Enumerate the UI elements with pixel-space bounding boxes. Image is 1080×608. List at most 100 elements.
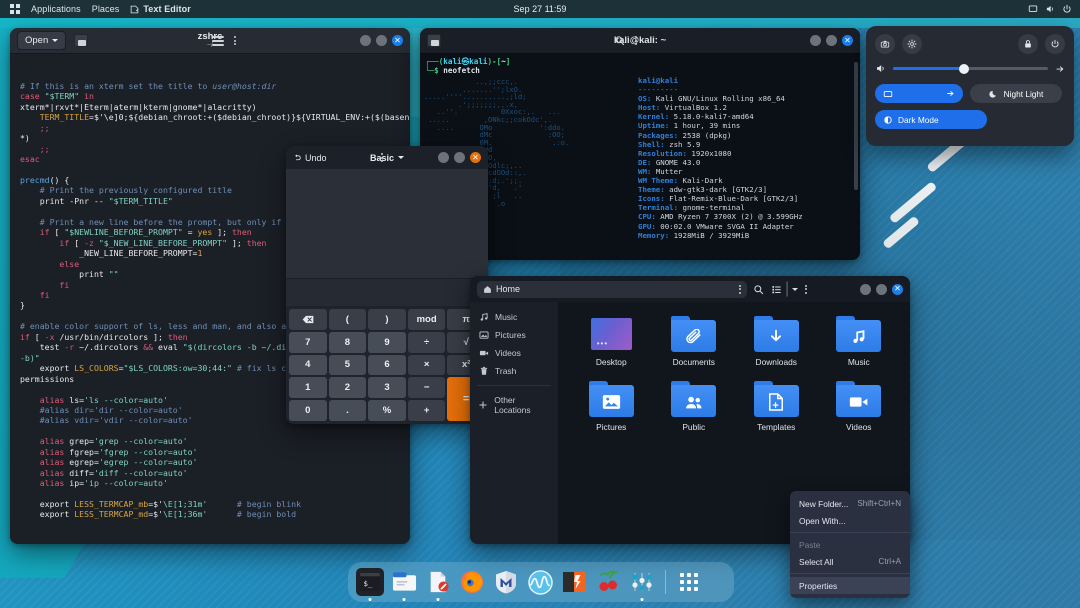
close-icon[interactable]: ✕	[842, 35, 853, 46]
multiply-key[interactable]: ×	[407, 354, 446, 376]
file-item[interactable]: Documents	[653, 316, 736, 367]
dock-text-editor[interactable]	[424, 568, 452, 601]
digit-6-key[interactable]: 6	[368, 354, 406, 376]
close-paren-key[interactable]: )	[368, 309, 406, 330]
dock-firefox[interactable]	[458, 568, 486, 596]
volume-slider[interactable]	[893, 63, 1048, 74]
dock-burpsuite[interactable]	[560, 568, 588, 596]
window-controls[interactable]: ✕	[360, 35, 403, 46]
calculator-keypad[interactable]: () mod π 7 8 9 ÷ √ 4 5 6 × x² 1 2 3− = 0.% +	[286, 306, 488, 424]
plus-key[interactable]: +	[407, 400, 446, 421]
hamburger-icon[interactable]	[212, 35, 225, 46]
window-controls[interactable]: ✕	[810, 35, 853, 46]
open-button[interactable]: Open	[17, 31, 67, 50]
camera-icon[interactable]	[875, 34, 895, 54]
digit-2-key[interactable]: 2	[328, 377, 367, 399]
window-controls[interactable]: ✕	[860, 283, 903, 295]
sidebar-item-other-locations[interactable]: Other Locations	[470, 391, 558, 418]
sidebar-item-videos[interactable]: Videos	[470, 344, 558, 362]
percent-key[interactable]: %	[368, 400, 406, 421]
dock-files[interactable]	[390, 568, 418, 601]
file-manager-sidebar[interactable]: Music Pictures Videos Trash Other Locations	[470, 302, 558, 544]
search-icon[interactable]	[753, 284, 764, 295]
menu-item-select-all[interactable]: Select All Ctrl+A	[790, 553, 910, 570]
save-icon[interactable]	[74, 34, 89, 47]
file-item[interactable]: Templates	[735, 381, 818, 432]
calculator-display[interactable]	[286, 169, 488, 279]
minimize-button[interactable]	[360, 35, 371, 46]
dock-wireshark[interactable]	[526, 568, 554, 596]
menu-applications[interactable]: Applications	[31, 4, 81, 14]
dock-cherrytree[interactable]	[594, 568, 622, 596]
digit-5-key[interactable]: 5	[328, 354, 367, 376]
volume-slider-row[interactable]	[875, 63, 1065, 74]
quick-tile-display[interactable]	[875, 84, 963, 103]
text-editor-titlebar[interactable]: Open zshrc ~/ ✕	[10, 28, 410, 54]
active-app-indicator[interactable]: Text Editor	[130, 4, 191, 14]
digit-0-key[interactable]: 0	[289, 400, 327, 421]
file-item[interactable]: Music	[818, 316, 901, 367]
volume-icon[interactable]	[1045, 4, 1055, 14]
terminal-titlebar[interactable]: kali@kali: ~ ✕	[420, 28, 860, 54]
file-manager-titlebar[interactable]: Home | ✕	[470, 276, 910, 302]
undo-button[interactable]: Undo	[293, 153, 327, 163]
kebab-menu-icon[interactable]	[381, 153, 384, 162]
kebab-menu-icon[interactable]	[234, 36, 237, 45]
lock-icon[interactable]	[1018, 34, 1038, 54]
path-bar[interactable]: Home	[477, 280, 747, 298]
power-icon[interactable]	[1062, 4, 1072, 14]
minimize-button[interactable]	[810, 35, 821, 46]
minimize-button[interactable]	[437, 152, 449, 163]
system-tray[interactable]	[1028, 4, 1072, 14]
sidebar-item-music[interactable]: Music	[470, 308, 558, 326]
apps-grid-icon[interactable]	[10, 4, 20, 14]
gear-icon[interactable]	[902, 34, 922, 54]
file-item[interactable]: Public	[653, 381, 736, 432]
backspace-key[interactable]	[289, 309, 327, 330]
sidebar-item-trash[interactable]: Trash	[470, 362, 558, 380]
file-item[interactable]: Pictures	[570, 381, 653, 432]
file-item[interactable]: Downloads	[735, 316, 818, 367]
quick-settings-panel[interactable]: Night Light Dark Mode	[866, 26, 1074, 146]
divide-key[interactable]: ÷	[407, 331, 446, 353]
minimize-button[interactable]	[860, 283, 871, 295]
mod-key[interactable]: mod	[407, 309, 446, 330]
calculator-titlebar[interactable]: Undo Basic ✕	[286, 146, 488, 169]
maximize-button[interactable]	[453, 152, 465, 163]
kebab-menu-icon[interactable]	[739, 284, 741, 294]
file-grid[interactable]: Desktop Documents Downloads Music Pictures Pu…	[570, 316, 900, 432]
maximize-button[interactable]	[376, 35, 387, 46]
file-manager-toolbar[interactable]: |	[753, 280, 808, 298]
file-item[interactable]: Desktop	[570, 316, 653, 367]
menu-item-properties[interactable]: Properties	[790, 577, 910, 594]
window-controls[interactable]: ✕	[437, 152, 481, 163]
decimal-point-key[interactable]: .	[328, 400, 367, 421]
digit-3-key[interactable]: 3	[368, 377, 406, 399]
calculator-window[interactable]: Undo Basic ✕ ()modπ789÷√456×x²123−=0.%+	[286, 146, 488, 424]
arrow-right-icon[interactable]	[946, 89, 955, 98]
kebab-menu-icon[interactable]	[635, 36, 637, 45]
clock[interactable]: Sep 27 11:59	[514, 4, 567, 14]
quick-settings-buttons[interactable]	[875, 34, 1065, 54]
kebab-menu-icon[interactable]	[805, 284, 808, 294]
quick-settings-tiles[interactable]: Night Light	[875, 84, 1065, 103]
menu-item-open-with[interactable]: Open With...	[790, 512, 910, 529]
volume-slider-knob[interactable]	[959, 63, 970, 74]
calculator-mode-selector[interactable]: Basic	[370, 153, 405, 163]
digit-8-key[interactable]: 8	[328, 331, 367, 353]
dock[interactable]: $_	[348, 562, 734, 602]
minus-key[interactable]: −	[407, 377, 446, 399]
power-icon[interactable]	[1045, 34, 1065, 54]
search-icon[interactable]	[614, 35, 625, 46]
file-item[interactable]: Videos	[818, 381, 901, 432]
menu-item-new-folder[interactable]: New Folder... Shift+Ctrl+N	[790, 495, 910, 512]
open-paren-key[interactable]: (	[328, 309, 367, 330]
scrollbar[interactable]	[854, 62, 858, 190]
digit-7-key[interactable]: 7	[289, 331, 327, 353]
digit-4-key[interactable]: 4	[289, 354, 327, 376]
digit-9-key[interactable]: 9	[368, 331, 406, 353]
menu-places[interactable]: Places	[92, 4, 120, 14]
dock-terminal[interactable]: $_	[356, 568, 384, 601]
dock-metasploit[interactable]	[492, 568, 520, 596]
arrow-right-icon[interactable]	[1055, 64, 1065, 74]
